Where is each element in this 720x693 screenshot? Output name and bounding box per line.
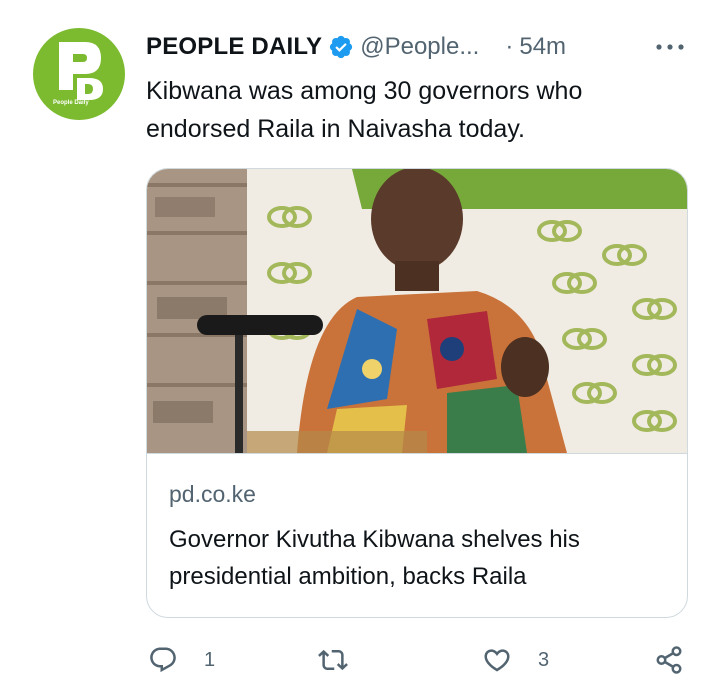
like-button[interactable]: 3 (482, 640, 549, 680)
tweet-text: Kibwana was among 30 governors who endor… (146, 77, 583, 143)
handle[interactable]: @People... (360, 33, 479, 61)
retweet-icon (318, 649, 348, 671)
tweet[interactable]: People Daily PEOPLE DAILY @People... · 5… (0, 0, 720, 693)
share-button[interactable] (654, 640, 684, 680)
action-bar: 1 3 (146, 640, 701, 680)
display-name[interactable]: PEOPLE DAILY (146, 33, 322, 61)
card-domain: pd.co.ke (169, 481, 256, 507)
retweet-button[interactable] (318, 640, 374, 680)
reply-icon (150, 647, 176, 673)
share-icon (656, 646, 682, 674)
card-image (147, 169, 687, 453)
card-divider (147, 453, 687, 454)
avatar-caption: People Daily (53, 100, 89, 106)
like-count: 3 (538, 648, 550, 671)
reply-button[interactable]: 1 (148, 640, 215, 680)
tweet-header: PEOPLE DAILY @People... · 54m (146, 30, 701, 64)
avatar[interactable]: People Daily (33, 28, 125, 120)
timestamp[interactable]: 54m (519, 33, 566, 61)
people-daily-logo-icon (59, 42, 103, 100)
card-title: Governor Kivutha Kibwana shelves his pre… (169, 526, 580, 590)
speaker-photo (147, 169, 687, 453)
separator-dot: · (505, 33, 514, 60)
heart-icon (484, 649, 510, 672)
link-card[interactable]: pd.co.ke Governor Kivutha Kibwana shelve… (146, 168, 688, 618)
more-options-icon[interactable] (655, 42, 685, 52)
reply-count: 1 (204, 648, 216, 671)
verified-badge-icon (330, 35, 353, 59)
